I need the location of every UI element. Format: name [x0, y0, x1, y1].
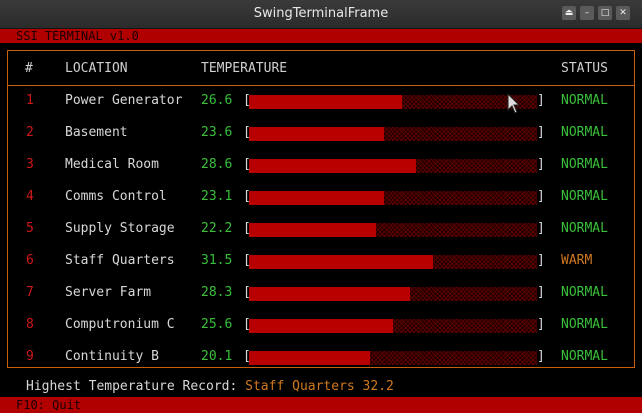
row-location: Computronium C — [65, 317, 175, 332]
table-row: 5 Supply Storage 22.2[] NORMAL — [0, 221, 642, 253]
temperature-bar-fill — [249, 319, 393, 333]
table-row: 6 Staff Quarters 31.5[] WARM — [0, 253, 642, 285]
row-number: 4 — [26, 189, 34, 204]
row-location: Supply Storage — [65, 221, 175, 236]
row-location: Power Generator — [65, 93, 183, 108]
temperature-bar — [249, 351, 537, 365]
record-label: Highest Temperature Record: — [26, 379, 238, 394]
bar-bracket-right: ] — [537, 349, 545, 364]
row-location: Comms Control — [65, 189, 167, 204]
temperature-bar — [249, 319, 537, 333]
row-number: 6 — [26, 253, 34, 268]
bar-bracket-right: ] — [537, 93, 545, 108]
mouse-cursor-icon — [507, 93, 521, 114]
temperature-bar — [249, 95, 537, 109]
temperature-bar — [249, 127, 537, 141]
temperature-bar-fill — [249, 255, 433, 269]
table-row: 9 Continuity B 20.1[] NORMAL — [0, 349, 642, 381]
table-row: 2 Basement 23.6[] NORMAL — [0, 125, 642, 157]
bar-bracket-right: ] — [537, 125, 545, 140]
row-temperature: 31.5 — [201, 253, 233, 268]
row-number: 5 — [26, 221, 34, 236]
row-status: NORMAL — [561, 285, 608, 300]
column-header-num: # — [25, 61, 33, 76]
row-number: 3 — [26, 157, 34, 172]
terminal-header: SSI TERMINAL v1.0 — [16, 29, 139, 43]
row-temperature: 23.1 — [201, 189, 233, 204]
temperature-bar — [249, 287, 537, 301]
record-line: Highest Temperature Record: Staff Quarte… — [26, 379, 394, 394]
terminal-footer-bar: F10: Quit — [0, 397, 642, 413]
temperature-bar — [249, 191, 537, 205]
row-status: NORMAL — [561, 221, 608, 236]
row-temperature: 28.3 — [201, 285, 233, 300]
temperature-bar-fill — [249, 191, 384, 205]
row-number: 8 — [26, 317, 34, 332]
bar-bracket-right: ] — [537, 253, 545, 268]
minimize-icon[interactable]: – — [580, 6, 594, 20]
row-status: NORMAL — [561, 157, 608, 172]
row-status: NORMAL — [561, 189, 608, 204]
table-row: 7 Server Farm 28.3[] NORMAL — [0, 285, 642, 317]
table-row: 4 Comms Control 23.1[] NORMAL — [0, 189, 642, 221]
row-location: Medical Room — [65, 157, 159, 172]
column-header-temperature: TEMPERATURE — [201, 61, 288, 76]
row-temperature: 23.6 — [201, 125, 233, 140]
column-header-status: STATUS — [561, 61, 608, 76]
temperature-bar-fill — [249, 159, 416, 173]
row-status: NORMAL — [561, 93, 608, 108]
row-location: Staff Quarters — [65, 253, 175, 268]
temperature-bar — [249, 223, 537, 237]
row-number: 1 — [26, 93, 34, 108]
temperature-bar — [249, 159, 537, 173]
record-value: Staff Quarters 32.2 — [245, 379, 394, 394]
row-status: NORMAL — [561, 349, 608, 364]
row-number: 2 — [26, 125, 34, 140]
row-temperature: 26.6 — [201, 93, 233, 108]
row-temperature: 22.2 — [201, 221, 233, 236]
terminal-header-bar: SSI TERMINAL v1.0 — [0, 29, 642, 43]
quit-hint[interactable]: F10: Quit — [16, 397, 81, 413]
bar-bracket-right: ] — [537, 157, 545, 172]
close-icon[interactable]: ✕ — [616, 6, 630, 20]
header-divider — [7, 85, 635, 86]
bar-bracket-right: ] — [537, 317, 545, 332]
row-number: 7 — [26, 285, 34, 300]
temperature-bar-fill — [249, 351, 370, 365]
shade-icon[interactable]: ⏏ — [562, 6, 576, 20]
row-location: Basement — [65, 125, 128, 140]
row-status: NORMAL — [561, 317, 608, 332]
bar-bracket-right: ] — [537, 189, 545, 204]
row-location: Continuity B — [65, 349, 159, 364]
maximize-icon[interactable]: □ — [598, 6, 612, 20]
row-status: WARM — [561, 253, 593, 268]
row-temperature: 25.6 — [201, 317, 233, 332]
row-status: NORMAL — [561, 125, 608, 140]
bar-bracket-right: ] — [537, 221, 545, 236]
table-row: 3 Medical Room 28.6[] NORMAL — [0, 157, 642, 189]
row-temperature: 28.6 — [201, 157, 233, 172]
temperature-bar — [249, 255, 537, 269]
window-title: SwingTerminalFrame — [253, 6, 389, 21]
temperature-bar-fill — [249, 223, 376, 237]
row-temperature: 20.1 — [201, 349, 233, 364]
table-row: 8 Computronium C 25.6[] NORMAL — [0, 317, 642, 349]
window-titlebar[interactable]: SwingTerminalFrame ⏏ – □ ✕ — [0, 0, 642, 29]
row-number: 9 — [26, 349, 34, 364]
column-header-location: LOCATION — [65, 61, 128, 76]
table-row: 1 Power Generator 26.6[] NORMAL — [0, 93, 642, 125]
temperature-bar-fill — [249, 127, 384, 141]
row-location: Server Farm — [65, 285, 152, 300]
temperature-bar-fill — [249, 287, 410, 301]
temperature-bar-fill — [249, 95, 402, 109]
bar-bracket-right: ] — [537, 285, 545, 300]
